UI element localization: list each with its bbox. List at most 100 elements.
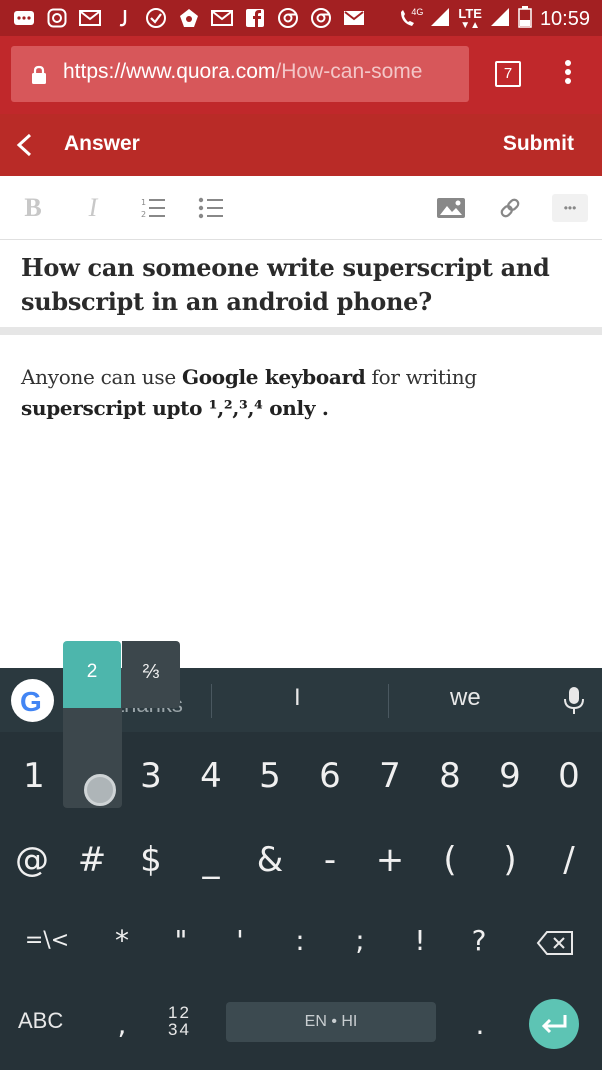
- key-asterisk[interactable]: *: [102, 924, 142, 957]
- key-dollar[interactable]: $: [131, 840, 171, 880]
- submit-button[interactable]: Submit: [503, 132, 574, 156]
- chrome-icon-2: [309, 6, 333, 30]
- answer-editor[interactable]: Anyone can use Google keyboard for writi…: [21, 362, 581, 424]
- lte-label: LTE ▼▲: [458, 5, 482, 32]
- suggestion-2[interactable]: we: [450, 684, 481, 712]
- keyboard: G thanks I we 1 3 4 5 6 7 8 9 0 @ # $ _ …: [0, 641, 602, 1070]
- key-6[interactable]: 6: [310, 756, 350, 796]
- wifi-call-icon: 4G: [398, 6, 424, 31]
- numpad-key-bottom: 34: [168, 1020, 191, 1039]
- key-3[interactable]: 3: [131, 756, 171, 796]
- answer-text-2: for writing: [365, 365, 478, 389]
- abc-key[interactable]: ABC: [18, 1008, 63, 1034]
- network-sub-label: 4G: [411, 6, 424, 17]
- answer-text-1: Anyone can use: [21, 365, 182, 389]
- numpad-key-top: 12: [168, 1003, 191, 1022]
- key-underscore[interactable]: _: [191, 840, 231, 880]
- page-title: Answer: [64, 132, 140, 155]
- signal-icon-2: [490, 7, 510, 32]
- url-path: /How-can-some: [275, 60, 423, 83]
- lock-icon: [32, 65, 46, 84]
- key-8[interactable]: 8: [430, 756, 470, 796]
- popup-option-fraction[interactable]: ⅔: [122, 641, 180, 708]
- chrome-icon: [276, 6, 300, 30]
- lte-arrows-icon: ▼▲: [460, 19, 481, 31]
- answer-bold-1: Google keyboard: [181, 365, 366, 389]
- google-logo-icon[interactable]: G: [11, 679, 54, 722]
- bold-button[interactable]: B: [22, 193, 44, 223]
- battery-icon: [518, 6, 532, 33]
- suggestion-1[interactable]: I: [294, 684, 301, 712]
- enter-key[interactable]: [529, 999, 579, 1049]
- numbered-list-icon: 12: [141, 198, 165, 219]
- messages-icon: [12, 6, 36, 30]
- instagram-icon: [45, 6, 69, 30]
- back-arrow-icon[interactable]: [14, 132, 36, 158]
- space-key[interactable]: EN • HI: [226, 1002, 436, 1042]
- bulleted-list-button[interactable]: [198, 193, 224, 223]
- microphone-icon[interactable]: [563, 686, 585, 716]
- key-semicolon[interactable]: ;: [340, 924, 380, 957]
- browser-toolbar: https://www.quora.com/How-can-some 7: [0, 36, 602, 114]
- key-at[interactable]: @: [12, 840, 52, 880]
- backspace-icon[interactable]: [536, 930, 574, 956]
- suggestion-divider: [211, 684, 212, 718]
- key-minus[interactable]: -: [310, 840, 350, 880]
- key-double-quote[interactable]: ": [161, 924, 201, 957]
- overflow-menu-button[interactable]: [558, 58, 578, 92]
- url-scheme: https://www.quora.com: [63, 60, 276, 83]
- numbered-list-button[interactable]: 12: [140, 193, 166, 223]
- key-question[interactable]: ?: [459, 924, 499, 957]
- editor-toolbar: B I 12: [0, 176, 602, 240]
- key-close-paren[interactable]: ): [490, 840, 530, 880]
- key-7[interactable]: 7: [370, 756, 410, 796]
- question-block: How can someone write superscript and su…: [0, 241, 602, 335]
- system-status: 4G LTE ▼▲ 10:59: [398, 6, 590, 33]
- key-ampersand[interactable]: &: [250, 840, 290, 880]
- popup-selected-key[interactable]: 2: [63, 641, 121, 708]
- question-title: How can someone write superscript and su…: [21, 253, 550, 316]
- answer-header: Answer Submit: [0, 114, 602, 176]
- numpad-key[interactable]: 12 34: [168, 1004, 191, 1038]
- notification-icons: [12, 6, 366, 30]
- key-9[interactable]: 9: [490, 756, 530, 796]
- link-icon: [500, 198, 520, 218]
- suggestion-divider: [388, 684, 389, 718]
- insert-link-button[interactable]: [496, 193, 524, 223]
- more-options-button[interactable]: •••: [552, 194, 588, 222]
- signal-icon: [430, 7, 450, 32]
- image-icon: [437, 198, 465, 218]
- svg-text:2: 2: [141, 210, 146, 219]
- tab-switcher-button[interactable]: 7: [495, 61, 521, 87]
- address-bar[interactable]: https://www.quora.com/How-can-some: [11, 46, 469, 102]
- gmail-icon-2: [210, 6, 234, 30]
- key-plus[interactable]: +: [370, 840, 410, 880]
- touch-indicator: [84, 774, 116, 806]
- mail-icon: [342, 6, 366, 30]
- bulleted-list-icon: [198, 197, 223, 219]
- lte-text: LTE: [458, 5, 482, 21]
- key-open-paren[interactable]: (: [430, 840, 470, 880]
- gmail-icon: [78, 6, 102, 30]
- key-1[interactable]: 1: [14, 756, 54, 796]
- pinwheel-icon: [177, 6, 201, 30]
- svg-text:G: G: [20, 686, 42, 717]
- clock: 10:59: [539, 8, 590, 30]
- key-5[interactable]: 5: [250, 756, 290, 796]
- key-colon[interactable]: :: [280, 924, 320, 957]
- insert-image-button[interactable]: [436, 193, 466, 223]
- key-4[interactable]: 4: [191, 756, 231, 796]
- facebook-icon: [243, 6, 267, 30]
- status-bar: 4G LTE ▼▲ 10:59: [0, 0, 602, 36]
- url-text[interactable]: https://www.quora.com/How-can-some: [63, 60, 463, 84]
- period-key[interactable]: .: [460, 1008, 500, 1041]
- key-single-quote[interactable]: ': [220, 924, 260, 957]
- answer-bold-2: superscript upto ¹,²,³,⁴ only .: [21, 396, 329, 420]
- key-0[interactable]: 0: [549, 756, 589, 796]
- comma-key[interactable]: ,: [102, 1008, 142, 1041]
- italic-button[interactable]: I: [82, 193, 104, 223]
- key-hash[interactable]: #: [72, 840, 112, 880]
- more-symbols-key[interactable]: =\<: [22, 928, 72, 953]
- key-slash[interactable]: /: [549, 840, 589, 880]
- key-exclamation[interactable]: !: [400, 924, 440, 957]
